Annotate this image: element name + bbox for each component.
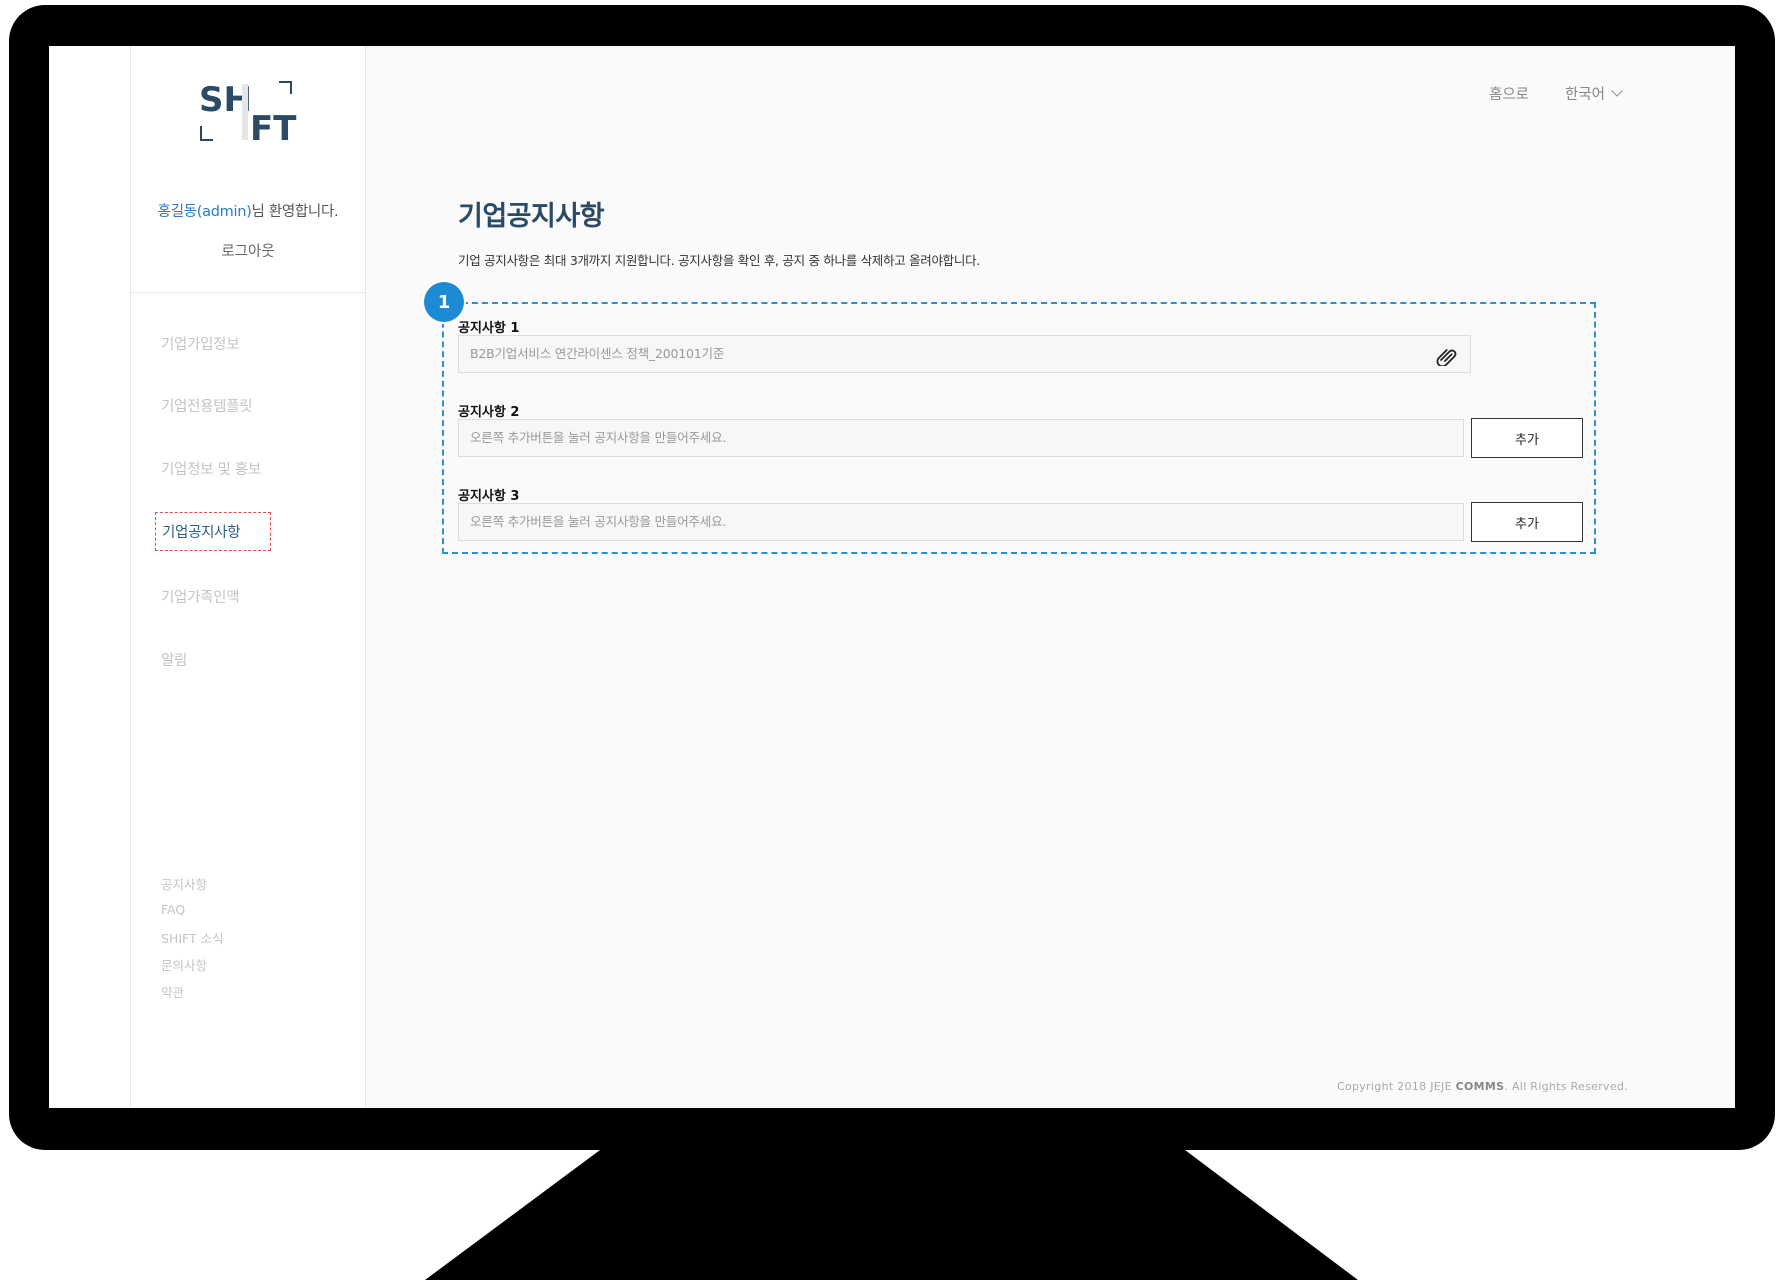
notice-2-add-button[interactable]: 추가 bbox=[1471, 418, 1583, 458]
copyright: Copyright 2018 JEJE COMMS. All Rights Re… bbox=[1337, 1080, 1628, 1093]
sidebar-divider bbox=[131, 292, 365, 293]
sidebar-item-company-notices[interactable]: 기업공지사항 bbox=[155, 512, 272, 551]
notice-3-input[interactable]: 오른쪽 추가버튼을 눌러 공지사항을 만들어주세요. bbox=[458, 503, 1464, 541]
footer-link-faq[interactable]: FAQ bbox=[161, 902, 185, 917]
chevron-down-icon bbox=[1611, 85, 1623, 97]
page-title: 기업공지사항 bbox=[458, 201, 605, 232]
welcome-message: 홍길동(admin)님 환영합니다. bbox=[131, 200, 365, 221]
welcome-suffix: 님 환영합니다. bbox=[251, 204, 339, 220]
language-select[interactable]: 한국어 bbox=[1565, 83, 1623, 104]
footer-link-shift-news[interactable]: SHIFT 소식 bbox=[161, 928, 224, 947]
notice-2-label: 공지사항 2 bbox=[458, 405, 520, 420]
copyright-suffix: . All Rights Reserved. bbox=[1504, 1080, 1628, 1093]
sidebar: SH FT 홍길동(admin)님 환영합니다. 로그아웃 기업가입정보 기업전… bbox=[130, 46, 366, 1108]
notice-3-add-button[interactable]: 추가 bbox=[1471, 502, 1583, 542]
svg-text:FT: FT bbox=[250, 109, 297, 144]
username: 홍길동(admin) bbox=[157, 204, 252, 220]
sidebar-item-company-info-promo[interactable]: 기업정보 및 홍보 bbox=[161, 458, 261, 479]
annotation-badge: 1 bbox=[424, 282, 464, 322]
copyright-prefix: Copyright 2018 JEJE bbox=[1337, 1080, 1456, 1093]
home-link[interactable]: 홈으로 bbox=[1489, 83, 1529, 104]
notice-1-field[interactable]: B2B기업서비스 연간라이센스 정책_200101기준 bbox=[458, 335, 1471, 373]
sidebar-item-notifications[interactable]: 알림 bbox=[161, 649, 187, 670]
paperclip-icon[interactable] bbox=[1434, 344, 1458, 366]
left-gutter bbox=[49, 46, 130, 1108]
footer-link-terms[interactable]: 약관 bbox=[161, 982, 184, 1001]
logo-mark-icon: SH FT bbox=[199, 80, 297, 149]
logout-link[interactable]: 로그아웃 bbox=[131, 240, 365, 261]
footer-link-inquiry[interactable]: 문의사항 bbox=[161, 955, 207, 974]
notice-3-label: 공지사항 3 bbox=[458, 489, 520, 504]
notice-2-input[interactable]: 오른쪽 추가버튼을 눌러 공지사항을 만들어주세요. bbox=[458, 419, 1464, 457]
notice-1-value: B2B기업서비스 연간라이센스 정책_200101기준 bbox=[470, 346, 725, 361]
language-label: 한국어 bbox=[1565, 87, 1606, 103]
footer-link-notices[interactable]: 공지사항 bbox=[161, 874, 207, 893]
copyright-brand: COMMS bbox=[1455, 1080, 1505, 1093]
main-content: 홈으로 한국어 기업공지사항 기업 공지사항은 최대 3개까지 지원합니다. 공… bbox=[366, 46, 1735, 1108]
sidebar-item-company-templates[interactable]: 기업전용템플릿 bbox=[161, 395, 253, 416]
page-description: 기업 공지사항은 최대 3개까지 지원합니다. 공지사항을 확인 후, 공지 중… bbox=[458, 253, 980, 268]
sidebar-item-company-signup-info[interactable]: 기업가입정보 bbox=[161, 333, 240, 354]
shift-logo[interactable]: SH FT bbox=[199, 74, 299, 149]
screen: SH FT 홍길동(admin)님 환영합니다. 로그아웃 기업가입정보 기업전… bbox=[49, 46, 1735, 1108]
sidebar-item-company-family-network[interactable]: 기업가족인맥 bbox=[161, 586, 240, 607]
notice-1-label: 공지사항 1 bbox=[458, 321, 520, 336]
